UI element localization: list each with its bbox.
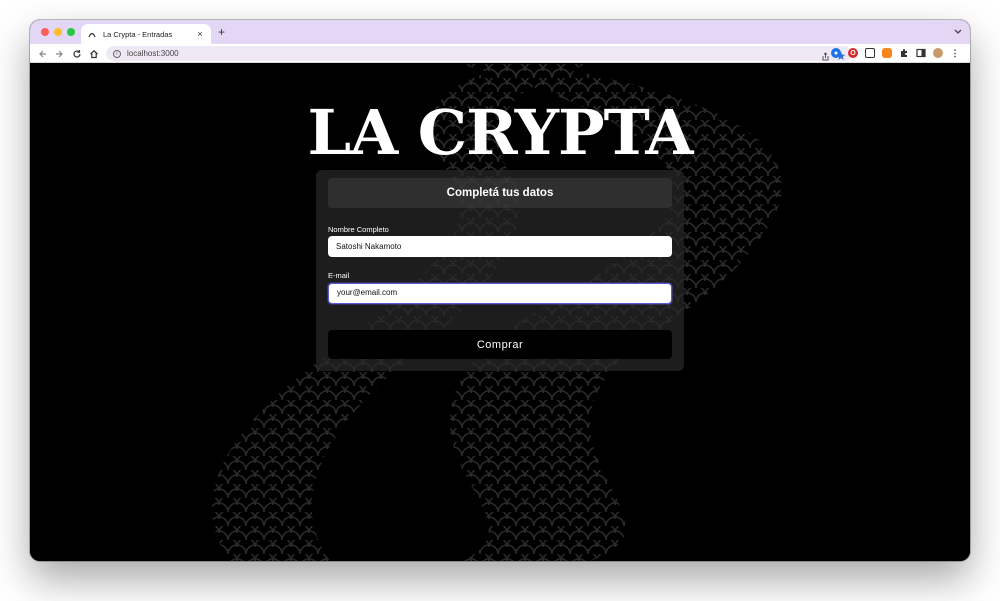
extension-opera-icon[interactable]: O	[848, 48, 858, 58]
buy-button[interactable]: Comprar	[328, 330, 672, 359]
checkout-form-card: Completá tus datos Nombre Completo Satos…	[316, 170, 684, 371]
tab-title: La Crypta - Entradas	[103, 29, 173, 39]
new-tab-button[interactable]: +	[218, 26, 225, 38]
browser-toolbar: i localhost:3000 ● O ⋮	[30, 44, 970, 63]
maximize-window-button[interactable]	[67, 28, 75, 36]
url-text: localhost:3000	[127, 49, 179, 58]
tab-search-chevron-icon[interactable]	[954, 27, 962, 37]
site-info-icon[interactable]: i	[113, 49, 121, 58]
reload-icon[interactable]	[70, 47, 83, 60]
profile-avatar[interactable]	[933, 48, 943, 58]
extension-metamask-icon[interactable]	[882, 48, 892, 58]
back-icon[interactable]	[36, 47, 49, 60]
form-title: Completá tus datos	[446, 187, 554, 199]
extensions-puzzle-icon[interactable]	[899, 48, 909, 58]
email-label: E-mail	[328, 271, 350, 280]
favicon-icon	[87, 29, 97, 39]
form-header: Completá tus datos	[328, 178, 672, 208]
name-label: Nombre Completo	[328, 225, 389, 234]
page-content: LA CRYPTA Completá tus datos Nombre Comp…	[30, 64, 970, 561]
extension-pip-icon[interactable]	[865, 48, 875, 58]
browser-window: La Crypta - Entradas × + i localhost:300…	[30, 20, 970, 561]
minimize-window-button[interactable]	[54, 28, 62, 36]
close-tab-icon[interactable]: ×	[195, 29, 205, 39]
tab-bar: La Crypta - Entradas × +	[30, 20, 970, 44]
la-crypta-logo: LA CRYPTA	[307, 96, 694, 169]
side-panel-icon[interactable]	[916, 48, 926, 58]
home-icon[interactable]	[87, 47, 100, 60]
close-window-button[interactable]	[41, 28, 49, 36]
browser-menu-icon[interactable]: ⋮	[950, 48, 960, 58]
forward-icon[interactable]	[52, 47, 65, 60]
name-input[interactable]: Satoshi Nakamoto	[328, 236, 672, 257]
address-bar[interactable]: i localhost:3000	[106, 46, 852, 61]
email-input[interactable]: your@email.com	[328, 283, 672, 304]
browser-tab[interactable]: La Crypta - Entradas ×	[81, 24, 211, 44]
extension-1password-icon[interactable]: ●	[831, 48, 841, 58]
